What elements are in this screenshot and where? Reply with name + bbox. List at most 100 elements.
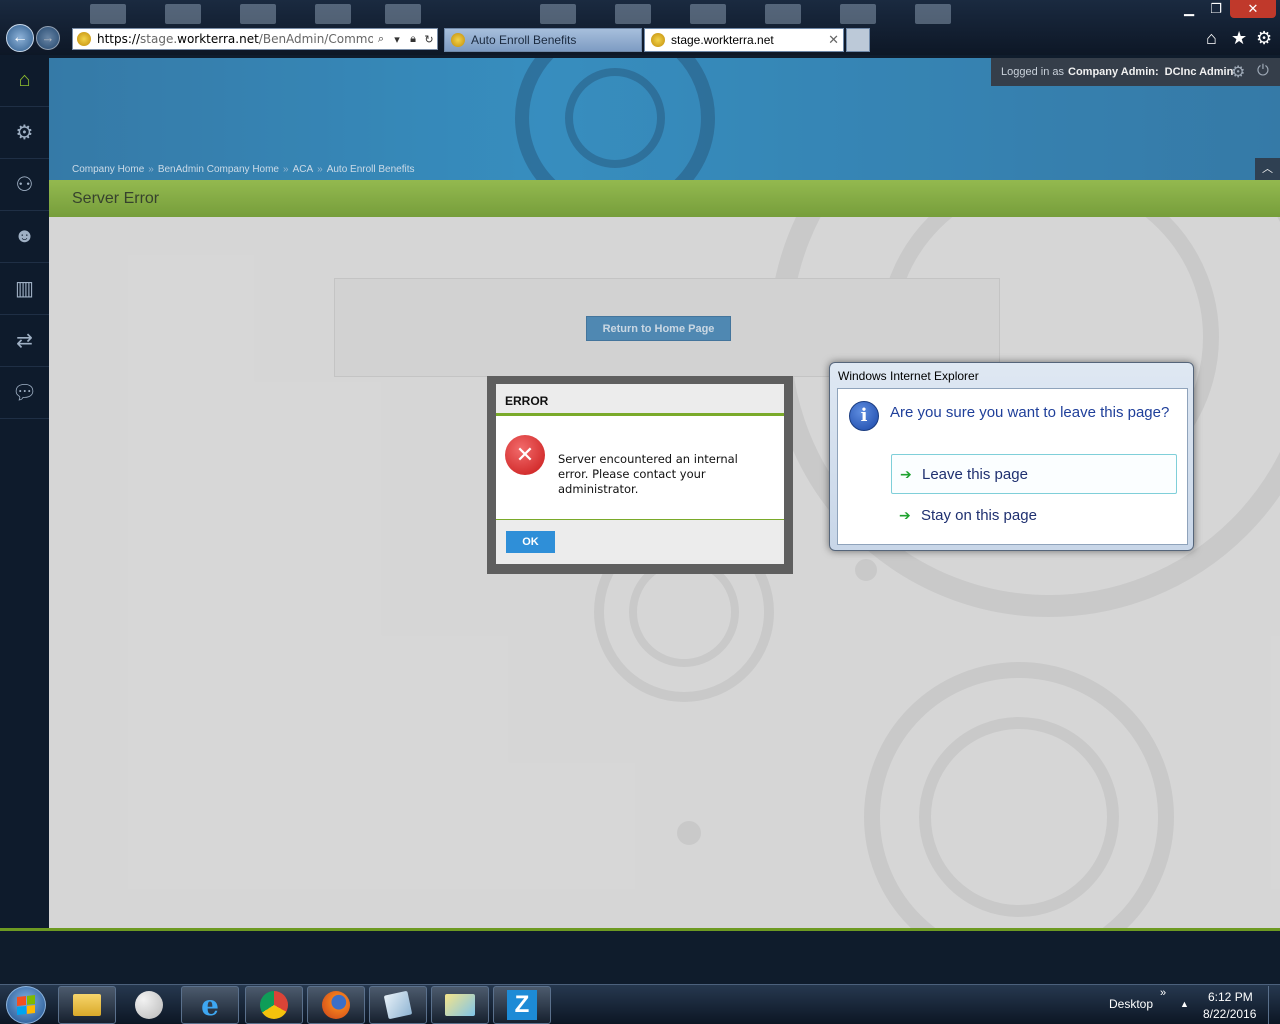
background-thumbnail <box>165 4 201 24</box>
taskbar-internet-explorer[interactable]: e <box>181 986 239 1024</box>
home-icon: ⌂ <box>18 69 31 91</box>
toolbar-chevron-icon[interactable]: » <box>1160 987 1166 999</box>
browser-chrome: ▁ ❐ ✕ ← → https://stage.workterra.net/Be… <box>0 0 1280 55</box>
nav-user[interactable]: ☻ <box>0 211 49 263</box>
leave-page-button[interactable]: ➔ Leave this page <box>891 454 1177 494</box>
folder-icon <box>73 994 101 1016</box>
info-icon: i <box>849 401 879 431</box>
dialog-body: i Are you sure you want to leave this pa… <box>837 388 1188 545</box>
minimize-button[interactable]: ▁ <box>1176 0 1202 18</box>
maximize-button[interactable]: ❐ <box>1203 0 1229 18</box>
error-modal: ERROR ✕ Server encountered an internal e… <box>496 384 784 564</box>
desktop-toolbar-label[interactable]: Desktop <box>1109 997 1153 1011</box>
url-text[interactable]: https://stage.workterra.net/BenAdmin/Com… <box>97 32 373 46</box>
user-icon: ☻ <box>13 225 36 247</box>
windows-logo-icon <box>17 995 35 1015</box>
close-tab-icon[interactable]: ✕ <box>828 32 839 48</box>
error-modal-footer: OK <box>496 520 784 564</box>
nav-reports[interactable]: ▥ <box>0 263 49 315</box>
ie-leave-page-dialog: Windows Internet Explorer i Are you sure… <box>829 362 1194 551</box>
leave-page-label: Leave this page <box>922 465 1028 483</box>
tools-gear-icon[interactable]: ⚙ <box>1256 28 1272 49</box>
dialog-title: Windows Internet Explorer <box>838 369 979 383</box>
tab-label: stage.workterra.net <box>671 33 774 47</box>
start-button[interactable] <box>6 986 46 1024</box>
stay-on-page-label: Stay on this page <box>921 506 1037 524</box>
close-window-button[interactable]: ✕ <box>1230 0 1276 18</box>
background-thumbnail <box>765 4 801 24</box>
clock-date[interactable]: 8/22/2016 <box>1203 1007 1256 1021</box>
back-button[interactable]: ← <box>6 24 34 52</box>
nav-user-admin[interactable]: ⚇ <box>0 159 49 211</box>
green-arrow-icon: ➔ <box>899 506 911 523</box>
user-gear-icon: ⚇ <box>15 174 34 196</box>
photos-icon <box>445 994 475 1016</box>
nav-messages[interactable]: 💬︎ <box>0 367 49 419</box>
paint-palette-icon <box>135 991 163 1019</box>
lock-icon[interactable]: 🔒︎ <box>405 33 421 46</box>
taskbar-file-explorer[interactable] <box>58 986 116 1024</box>
tab-label: Auto Enroll Benefits <box>471 33 577 47</box>
clock-time[interactable]: 6:12 PM <box>1208 990 1253 1004</box>
background-thumbnail <box>240 4 276 24</box>
url-scheme: https:// <box>97 32 141 46</box>
taskbar-photos[interactable] <box>431 986 489 1024</box>
favorites-star-icon[interactable]: ★ <box>1231 28 1247 49</box>
nav-transfer[interactable]: ⇄ <box>0 315 49 367</box>
gears-icon: ⚙ <box>15 122 34 144</box>
show-hidden-icons-icon[interactable]: ▲ <box>1180 999 1189 1009</box>
internet-explorer-icon: e <box>201 988 219 1022</box>
firefox-icon <box>322 991 350 1019</box>
page-footer <box>0 931 1280 984</box>
z-app-icon: Z <box>507 990 537 1020</box>
notepad-icon <box>383 990 413 1020</box>
background-thumbnail <box>840 4 876 24</box>
search-icon[interactable]: ⌕ <box>373 33 389 46</box>
tab-auto-enroll-benefits[interactable]: Auto Enroll Benefits <box>444 28 642 52</box>
background-thumbnail <box>90 4 126 24</box>
error-x-icon: ✕ <box>505 435 545 475</box>
green-arrow-icon: ➔ <box>900 465 912 482</box>
forward-arrow-icon: → <box>41 30 55 45</box>
taskbar-notes[interactable] <box>369 986 427 1024</box>
nav-settings[interactable]: ⚙ <box>0 107 49 159</box>
tab-favicon-icon <box>451 33 465 47</box>
background-thumbnail <box>690 4 726 24</box>
site-favicon-icon <box>77 32 91 46</box>
left-nav: ⌂ ⚙ ⚇ ☻ ▥ ⇄ 💬︎ <box>0 55 49 930</box>
error-message: Server encountered an internal error. Pl… <box>558 452 738 496</box>
refresh-icon[interactable]: ↻ <box>421 33 437 46</box>
background-thumbnail <box>915 4 951 24</box>
background-thumbnail <box>540 4 576 24</box>
stay-on-page-button[interactable]: ➔ Stay on this page <box>891 495 1177 535</box>
back-arrow-icon: ← <box>12 29 28 46</box>
error-modal-body: ✕ Server encountered an internal error. … <box>496 416 784 520</box>
tab-stage-workterra[interactable]: stage.workterra.net ✕ <box>644 28 844 52</box>
background-thumbnail <box>385 4 421 24</box>
new-tab-button[interactable] <box>846 28 870 52</box>
windows-taskbar: e Z Desktop » ▲ 6:12 PM 8/22/2016 <box>0 984 1280 1024</box>
chat-bubble-icon: 💬︎ <box>11 382 38 404</box>
tab-favicon-icon <box>651 33 665 47</box>
taskbar-z-app[interactable]: Z <box>493 986 551 1024</box>
bar-chart-icon: ▥ <box>15 278 34 300</box>
transfer-arrows-icon: ⇄ <box>16 330 33 352</box>
url-host: workterra.net <box>177 32 259 46</box>
taskbar-chrome[interactable] <box>245 986 303 1024</box>
ok-button[interactable]: OK <box>506 531 555 553</box>
home-icon[interactable]: ⌂ <box>1206 28 1217 49</box>
dropdown-icon[interactable]: ▾ <box>389 33 405 46</box>
forward-button[interactable]: → <box>36 26 60 50</box>
taskbar-firefox[interactable] <box>307 986 365 1024</box>
taskbar-paint[interactable] <box>120 986 178 1024</box>
url-subdomain: stage. <box>140 32 178 46</box>
address-bar[interactable]: https://stage.workterra.net/BenAdmin/Com… <box>72 28 438 50</box>
nav-home[interactable]: ⌂ <box>0 55 49 107</box>
dialog-question: Are you sure you want to leave this page… <box>890 404 1170 421</box>
chrome-icon <box>260 991 288 1019</box>
background-thumbnail <box>615 4 651 24</box>
background-thumbnail <box>315 4 351 24</box>
show-desktop-button[interactable] <box>1268 986 1280 1024</box>
error-modal-title: ERROR <box>496 384 784 416</box>
url-path: /BenAdmin/Common/Vi <box>258 32 373 46</box>
